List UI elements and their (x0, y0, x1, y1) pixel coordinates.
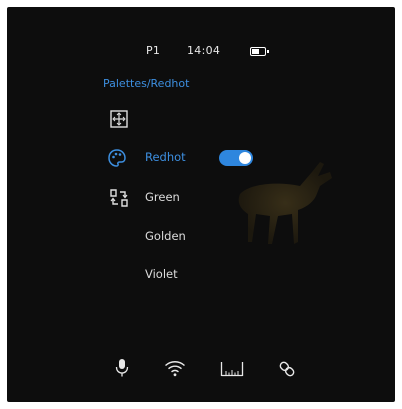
menu-item-label: Violet (145, 267, 178, 281)
menu-item-label: Redhot (145, 150, 186, 164)
breadcrumb: Palettes/Redhot (103, 77, 190, 90)
swap-icon (110, 189, 128, 207)
frame-crosshair-icon[interactable] (110, 110, 128, 128)
redhot-toggle-switch[interactable] (219, 150, 253, 166)
menu-item-green[interactable]: Green (107, 187, 227, 209)
menu-item-golden[interactable]: Golden (107, 226, 227, 248)
palette-icon (108, 149, 126, 167)
menu-item-label: Green (145, 190, 180, 204)
menu-item-violet[interactable]: Violet (107, 264, 227, 286)
link-icon[interactable] (277, 359, 297, 379)
thermal-screen: P1 14:04 Palettes/Redhot Redhot Green Go… (7, 7, 395, 402)
battery-icon (250, 47, 269, 56)
profile-indicator: P1 (146, 44, 161, 57)
menu-item-redhot[interactable]: Redhot (107, 147, 267, 169)
microphone-icon[interactable] (115, 358, 129, 378)
ruler-icon[interactable] (220, 361, 244, 377)
wifi-icon[interactable] (164, 360, 186, 377)
clock-time: 14:04 (187, 44, 221, 57)
menu-item-label: Golden (145, 229, 186, 243)
